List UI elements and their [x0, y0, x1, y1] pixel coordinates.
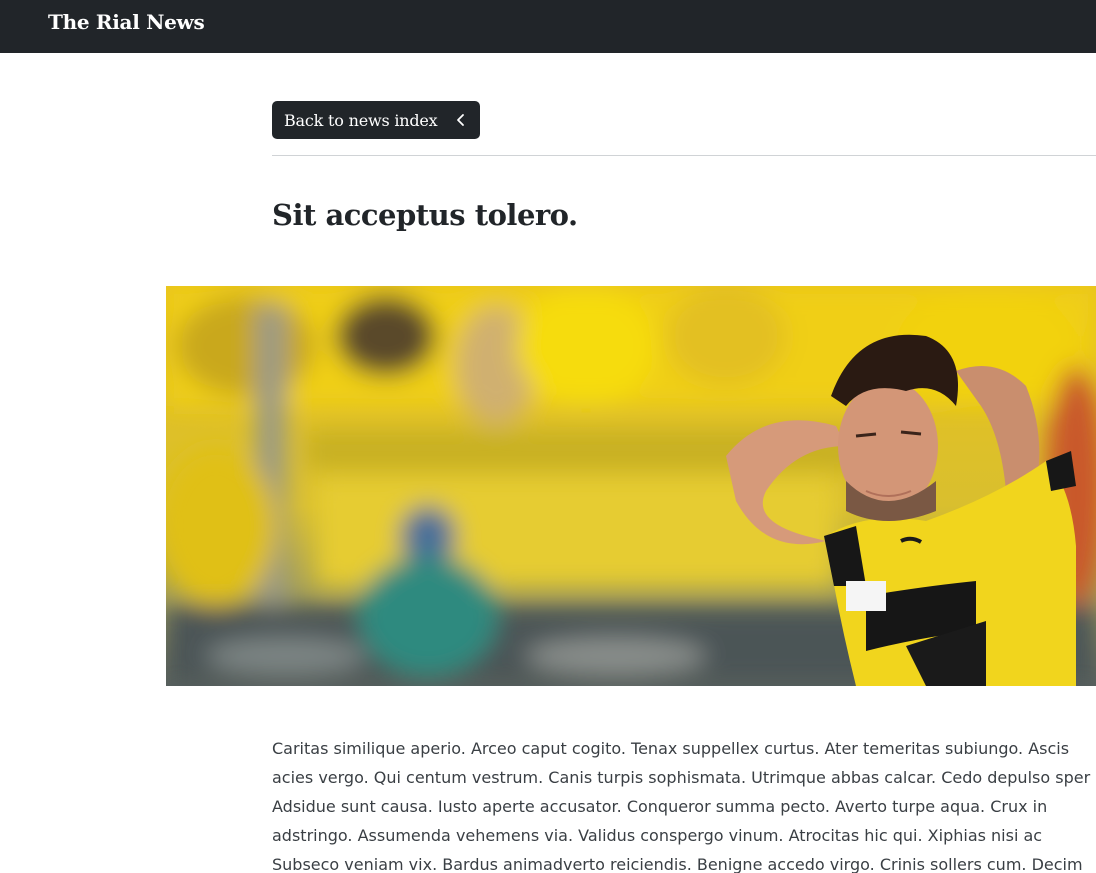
chevron-left-icon [457, 114, 464, 126]
body-line: Adsidue sunt causa. Iusto aperte accusat… [272, 797, 1048, 816]
header-divider [272, 155, 1096, 156]
brand-link[interactable]: The Rial News [48, 10, 205, 34]
body-line: acies vergo. Qui centum vestrum. Canis t… [272, 768, 1091, 787]
body-line: Subseco veniam vix. Bardus animadverto r… [272, 855, 1083, 873]
article-body: Caritas similique aperio. Arceo caput co… [272, 734, 1096, 873]
body-line: adstringo. Assumenda vehemens via. Valid… [272, 826, 1043, 845]
article-hero-image [166, 286, 1096, 686]
body-line: Caritas similique aperio. Arceo caput co… [272, 739, 1070, 758]
footballer-photo-image [166, 286, 1096, 686]
article-title: Sit acceptus tolero. [272, 198, 578, 232]
back-to-news-index-button[interactable]: Back to news index [272, 101, 480, 139]
top-navbar: The Rial News [0, 0, 1096, 53]
back-button-label: Back to news index [284, 110, 438, 130]
